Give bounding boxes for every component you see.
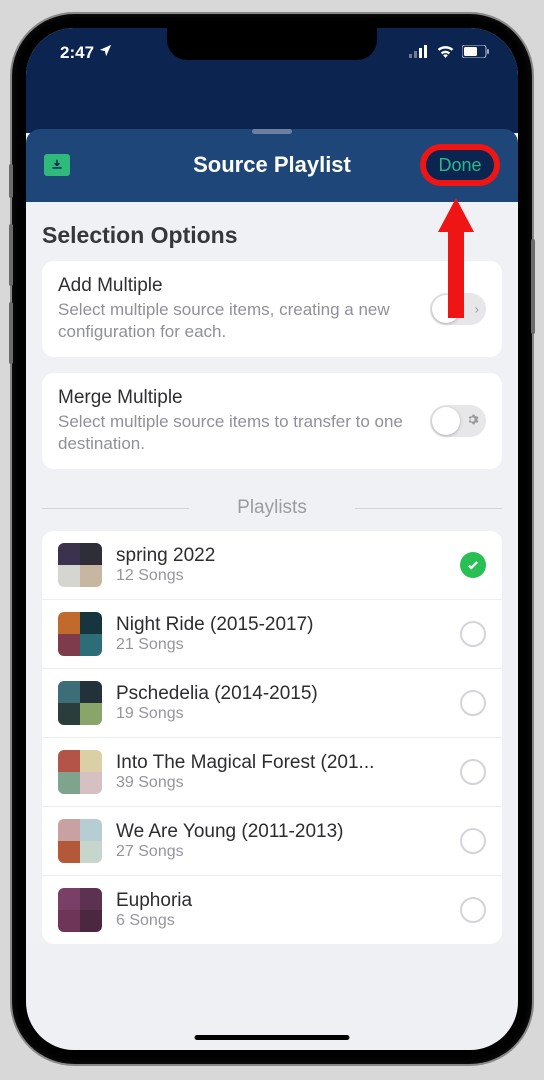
page-title: Source Playlist — [193, 152, 351, 178]
radio-unchecked[interactable] — [460, 621, 486, 647]
playlist-count: 6 Songs — [116, 912, 446, 930]
annotation-highlight: Done — [420, 144, 500, 186]
checkmark-icon[interactable] — [460, 552, 486, 578]
playlist-count: 19 Songs — [116, 705, 446, 723]
option-add-multiple: Add Multiple Select multiple source item… — [42, 261, 502, 357]
option-merge-multiple: Merge Multiple Select multiple source it… — [42, 373, 502, 469]
cell-signal-icon — [409, 43, 429, 63]
playlist-artwork — [58, 888, 102, 932]
gear-icon — [466, 413, 479, 429]
playlist-artwork — [58, 612, 102, 656]
playlist-artwork — [58, 750, 102, 794]
export-icon[interactable] — [44, 154, 70, 176]
status-time: 2:47 — [60, 43, 94, 63]
playlist-row[interactable]: Into The Magical Forest (201...39 Songs — [42, 738, 502, 807]
playlist-list: spring 202212 SongsNight Ride (2015-2017… — [42, 531, 502, 944]
device-notch — [167, 28, 377, 60]
playlist-row[interactable]: spring 202212 Songs — [42, 531, 502, 600]
home-indicator[interactable] — [195, 1035, 350, 1040]
playlist-artwork — [58, 543, 102, 587]
playlist-row[interactable]: Pschedelia (2014-2015)19 Songs — [42, 669, 502, 738]
playlist-name: spring 2022 — [116, 545, 446, 567]
radio-unchecked[interactable] — [460, 759, 486, 785]
playlist-artwork — [58, 681, 102, 725]
playlist-count: 39 Songs — [116, 774, 446, 792]
playlist-count: 27 Songs — [116, 843, 446, 861]
radio-unchecked[interactable] — [460, 828, 486, 854]
radio-unchecked[interactable] — [460, 897, 486, 923]
playlist-name: We Are Young (2011-2013) — [116, 821, 446, 843]
playlist-name: Euphoria — [116, 890, 446, 912]
wifi-icon — [436, 43, 455, 63]
toggle-merge-multiple[interactable] — [430, 405, 486, 437]
top-background — [26, 78, 518, 133]
option-desc: Select multiple source items, creating a… — [58, 299, 420, 343]
option-title: Merge Multiple — [58, 387, 420, 409]
playlist-artwork — [58, 819, 102, 863]
playlist-count: 21 Songs — [116, 636, 446, 654]
annotation-arrow — [434, 198, 478, 323]
playlist-name: Into The Magical Forest (201... — [116, 752, 446, 774]
playlist-row[interactable]: Night Ride (2015-2017)21 Songs — [42, 600, 502, 669]
playlist-count: 12 Songs — [116, 567, 446, 585]
done-button[interactable]: Done — [438, 155, 481, 176]
option-desc: Select multiple source items to transfer… — [58, 411, 420, 455]
battery-icon — [462, 43, 490, 63]
playlist-name: Pschedelia (2014-2015) — [116, 683, 446, 705]
location-icon — [98, 43, 113, 63]
playlists-heading: Playlists — [42, 497, 502, 519]
section-heading: Selection Options — [42, 222, 502, 249]
playlist-row[interactable]: Euphoria6 Songs — [42, 876, 502, 944]
radio-unchecked[interactable] — [460, 690, 486, 716]
playlist-row[interactable]: We Are Young (2011-2013)27 Songs — [42, 807, 502, 876]
playlist-name: Night Ride (2015-2017) — [116, 614, 446, 636]
option-title: Add Multiple — [58, 275, 420, 297]
